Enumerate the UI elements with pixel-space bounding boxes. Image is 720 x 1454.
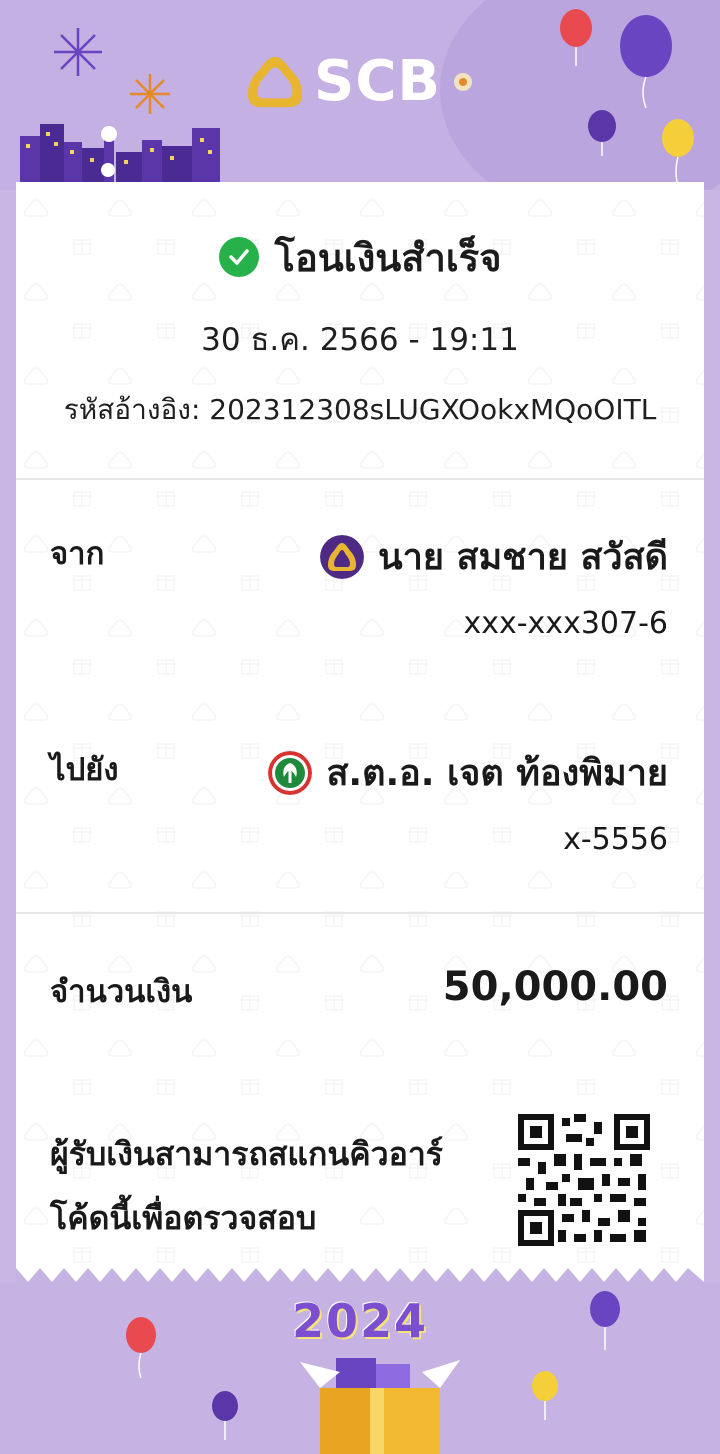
scan-instructions: ผู้รับเงินสามารถสแกนคิวอาร์โค้ดนี้เพื่อต… bbox=[50, 1135, 443, 1237]
balloon-icon bbox=[212, 1391, 238, 1440]
scb-emblem-icon bbox=[247, 56, 303, 108]
balloon-icon bbox=[590, 1291, 620, 1350]
divider bbox=[16, 912, 704, 914]
balloon-icon bbox=[560, 9, 592, 66]
receipt-footer: 2024 bbox=[0, 1282, 720, 1454]
sender-row: นาย สมชาย สวัสดี bbox=[320, 528, 668, 585]
scb-bank-icon bbox=[320, 534, 365, 579]
scb-logo: SCB bbox=[246, 52, 475, 112]
gift-box-icon bbox=[300, 1358, 460, 1454]
divider bbox=[16, 478, 704, 480]
sender-account: xxx-xxx307-6 bbox=[463, 606, 668, 641]
amount-label: จำนวนเงิน bbox=[50, 974, 193, 1010]
transfer-status: โอนเงินสำเร็จ bbox=[16, 232, 704, 282]
city-skyline-icon bbox=[20, 124, 220, 182]
firework-icon bbox=[54, 28, 102, 76]
to-label: ไปยัง bbox=[50, 752, 119, 788]
amount-value: 50,000.00 bbox=[442, 964, 668, 1010]
check-circle-icon bbox=[218, 237, 259, 277]
status-text: โอนเงินสำเร็จ bbox=[274, 235, 502, 280]
kbank-bank-icon bbox=[268, 750, 313, 795]
sparkle-icon bbox=[454, 73, 473, 91]
balloon-icon bbox=[588, 110, 616, 156]
sender-name: นาย สมชาย สวัสดี bbox=[378, 537, 668, 578]
balloon-icon bbox=[620, 15, 672, 109]
reference-number: รหัสอ้างอิง: 202312308sLUGXOokxMQoOITL bbox=[63, 393, 657, 426]
transfer-receipt: โอนเงินสำเร็จ 30 ธ.ค. 2566 - 19:11 รหัสอ… bbox=[16, 182, 704, 1282]
balloon-icon bbox=[532, 1371, 558, 1420]
qr-code-icon[interactable] bbox=[518, 1114, 650, 1246]
balloon-icon bbox=[662, 119, 694, 187]
balloon-icon bbox=[126, 1317, 156, 1378]
from-label: จาก bbox=[50, 536, 105, 572]
recipient-row: ส.ต.อ. เจต ท้องพิมาย bbox=[268, 744, 668, 801]
recipient-name: ส.ต.อ. เจต ท้องพิมาย bbox=[326, 753, 668, 794]
transaction-datetime: 30 ธ.ค. 2566 - 19:11 bbox=[201, 322, 519, 358]
recipient-account: x-5556 bbox=[563, 822, 668, 857]
receipt-header: SCB bbox=[0, 0, 720, 190]
firework-icon bbox=[130, 74, 170, 114]
brand-name: SCB bbox=[314, 49, 442, 114]
